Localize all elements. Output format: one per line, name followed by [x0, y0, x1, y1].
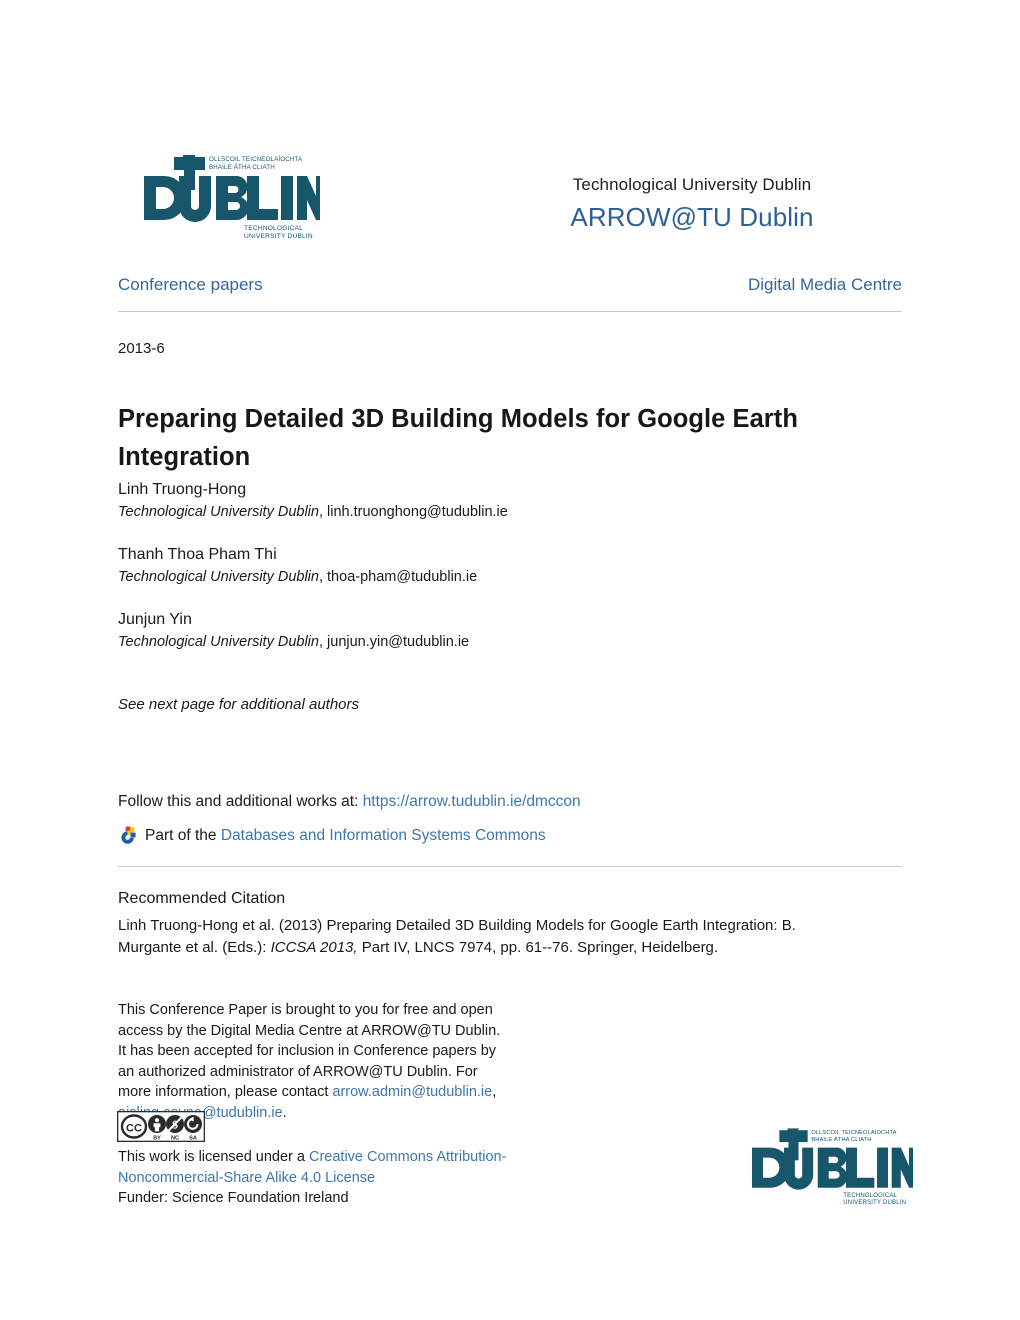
- page-title: Preparing Detailed 3D Building Models fo…: [118, 405, 798, 472]
- additional-authors-note: See next page for additional authors: [118, 696, 360, 713]
- document-page: OLLSCOIL TEICNEOLAÍOCHTA BHAILE ÁTHA CLI…: [0, 0, 1020, 1320]
- breadcrumb-department-link[interactable]: Digital Media Centre: [748, 275, 902, 295]
- citation-segment-2: Part IV, LNCS 7974, pp. 61--76. Springer…: [357, 939, 719, 956]
- svg-text:BY: BY: [153, 1136, 161, 1142]
- author-email: thoa-pham@tudublin.ie: [327, 569, 478, 585]
- svg-text:SA: SA: [189, 1136, 197, 1142]
- logo-irish-line-1: OLLSCOIL TEICNEOLAÍOCHTA: [209, 156, 303, 163]
- author-separator: ,: [318, 504, 328, 520]
- tu-dublin-logo-icon-footer: OLLSCOIL TEICNEOLAÍOCHTA BHAILE ÁTHA CLI…: [751, 1128, 919, 1206]
- logo-sub-line-2: UNIVERSITY DUBLIN: [244, 233, 313, 240]
- recommended-citation-heading: Recommended Citation: [118, 890, 286, 907]
- repository-url-link[interactable]: https://arrow.tudublin.ie/dmccon: [363, 793, 581, 810]
- author-separator: ,: [318, 634, 328, 650]
- publication-date: 2013-6: [118, 340, 165, 357]
- svg-text:NC: NC: [171, 1136, 179, 1142]
- logo-footer-irish-line-2: BHAILE ÁTHA CLIATH: [811, 1136, 871, 1143]
- citation-divider: [118, 866, 902, 867]
- logo-footer-irish-line-1: OLLSCOIL TEICNEOLAÍOCHTA: [811, 1129, 896, 1136]
- digital-commons-network-icon: [118, 826, 138, 846]
- author-entry: Thanh Thoa Pham Thi Technological Univer…: [118, 543, 902, 588]
- commons-prefix-label: Part of the: [145, 827, 217, 844]
- svg-text:CC: CC: [126, 1123, 142, 1135]
- author-email: junjun.yin@tudublin.ie: [327, 634, 470, 650]
- logo-footer-sub-line-1: TECHNOLOGICAL: [843, 1193, 897, 1199]
- logo-irish-line-2: BHAILE ÁTHA CLIATH: [209, 164, 275, 171]
- contact-email-link-primary[interactable]: arrow.admin@tudublin.ie: [332, 1084, 492, 1100]
- citation-conference-name: ICCSA 2013,: [270, 939, 358, 956]
- creative-commons-by-nc-sa-icon: CC BY $ NC SA: [116, 1110, 206, 1143]
- author-meta: Technological University Dublin, linh.tr…: [118, 501, 902, 523]
- recommended-citation-text: Linh Truong-Hong et al. (2013) Preparing…: [118, 915, 848, 959]
- tu-dublin-logo: OLLSCOIL TEICNEOLAÍOCHTA BHAILE ÁTHA CLI…: [140, 148, 320, 240]
- follow-works-line: Follow this and additional works at: htt…: [118, 790, 902, 813]
- author-meta: Technological University Dublin, junjun.…: [118, 631, 902, 653]
- author-email: linh.truonghong@tudublin.ie: [327, 504, 508, 520]
- access-notice: This Conference Paper is brought to you …: [118, 1000, 510, 1123]
- author-name: Junjun Yin: [118, 611, 192, 628]
- commons-subject-link[interactable]: Databases and Information Systems Common…: [221, 824, 546, 848]
- author-name: Thanh Thoa Pham Thi: [118, 546, 277, 563]
- breadcrumb-collection-link[interactable]: Conference papers: [118, 275, 263, 295]
- repository-name[interactable]: ARROW@TU Dublin: [482, 200, 902, 234]
- funder-label: Funder: Science Foundation Ireland: [118, 1190, 349, 1206]
- contact-email-separator: ,: [492, 1084, 497, 1100]
- institution-name: Technological University Dublin: [572, 175, 812, 194]
- author-entry: Junjun Yin Technological University Dubl…: [118, 608, 902, 653]
- author-affiliation: Technological University Dublin: [118, 504, 319, 520]
- author-entry: Linh Truong-Hong Technological Universit…: [118, 478, 902, 523]
- author-meta: Technological University Dublin, thoa-ph…: [118, 566, 902, 588]
- author-separator: ,: [318, 569, 328, 585]
- author-affiliation: Technological University Dublin: [118, 634, 319, 650]
- header-divider: [118, 311, 902, 312]
- logo-footer-sub-line-2: UNIVERSITY DUBLIN: [843, 1200, 906, 1206]
- breadcrumb: Conference papers Digital Media Centre: [118, 275, 902, 295]
- commons-line: Part of the Databases and Information Sy…: [118, 824, 902, 848]
- license-prefix: This work is licensed under a: [118, 1149, 309, 1165]
- tu-dublin-logo-icon: OLLSCOIL TEICNEOLAÍOCHTA BHAILE ÁTHA CLI…: [144, 155, 320, 240]
- tu-dublin-logo-footer: OLLSCOIL TEICNEOLAÍOCHTA BHAILE ÁTHA CLI…: [748, 1122, 919, 1206]
- author-affiliation: Technological University Dublin: [118, 569, 319, 585]
- follow-works-label: Follow this and additional works at:: [118, 793, 359, 810]
- repository-identity: Technological University Dublin ARROW@TU…: [482, 174, 902, 234]
- logo-sub-line-1: TECHNOLOGICAL: [244, 225, 303, 232]
- access-notice-period: .: [282, 1104, 287, 1121]
- author-name: Linh Truong-Hong: [118, 481, 247, 498]
- page-header: OLLSCOIL TEICNEOLAÍOCHTA BHAILE ÁTHA CLI…: [118, 142, 902, 252]
- creative-commons-badge[interactable]: CC BY $ NC SA: [116, 1110, 206, 1147]
- author-list: Linh Truong-Hong Technological Universit…: [118, 478, 902, 653]
- license-text: This work is licensed under a Creative C…: [118, 1147, 518, 1209]
